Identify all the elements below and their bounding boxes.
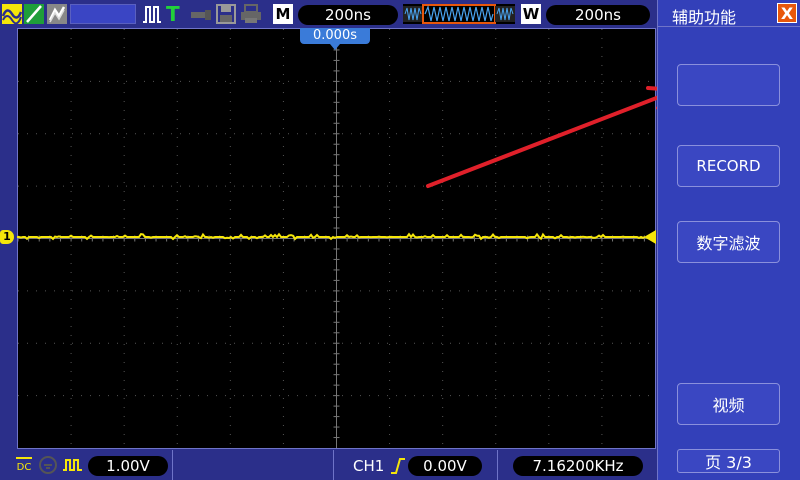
persistence-icon[interactable] (47, 4, 67, 24)
trigger-edge-icon[interactable] (390, 456, 406, 476)
menu-button-empty[interactable] (677, 64, 780, 106)
bottom-status-bar: DC 1.00V CH1 0.00V 7.16200KHz (0, 450, 657, 480)
coupling-indicator[interactable]: DC (14, 455, 34, 475)
ch1-trace-line (17, 232, 646, 241)
divider (333, 450, 334, 480)
trigger-position-marker[interactable]: 0.000s (300, 28, 370, 44)
save-icon[interactable] (216, 4, 236, 24)
page-indicator: 页 3/3 (705, 453, 752, 472)
divider (497, 450, 498, 480)
vector-mode-icon[interactable] (24, 4, 44, 24)
run-stop-icon[interactable] (142, 4, 162, 24)
ch1-trace (17, 232, 646, 241)
usb-icon[interactable] (190, 4, 212, 24)
channel1-marker[interactable]: 1 (0, 230, 14, 244)
menu-title-divider (658, 26, 800, 27)
close-icon[interactable]: X (777, 3, 797, 23)
status-panel (70, 4, 136, 24)
bandwidth-icon[interactable] (62, 455, 84, 475)
window-timebase-readout[interactable]: 200ns (546, 5, 650, 25)
side-menu: 辅助功能 X RECORD 数字滤波 视频 页 3/3 (657, 0, 800, 480)
volts-per-div-readout[interactable]: 1.00V (88, 456, 168, 476)
trigger-icon[interactable]: T (166, 4, 184, 24)
window-badge: W (521, 4, 541, 24)
trigger-level-readout[interactable]: 0.00V (408, 456, 482, 476)
annotation-arrow (426, 86, 678, 188)
print-icon[interactable] (240, 4, 262, 24)
divider (172, 450, 173, 480)
menu-button-label: RECORD (696, 157, 761, 175)
wave-preview-icon (403, 4, 515, 24)
menu-title: 辅助功能 (672, 8, 737, 27)
menu-button-label: 数字滤波 (696, 234, 761, 253)
trigger-position-pointer (330, 44, 340, 50)
menu-page-button[interactable]: 页 3/3 (677, 449, 780, 473)
coupling-label: DC (16, 462, 32, 473)
frequency-readout: 7.16200KHz (513, 456, 643, 476)
memory-depth-badge: M (273, 4, 293, 24)
menu-button-video[interactable]: 视频 (677, 383, 780, 425)
menu-button-digital-filter[interactable]: 数字滤波 (677, 221, 780, 263)
menu-button-label: 视频 (712, 396, 745, 415)
wave-mode-icon[interactable] (1, 4, 23, 25)
menu-button-record[interactable]: RECORD (677, 145, 780, 187)
trigger-source-label[interactable]: CH1 (353, 457, 384, 475)
ground-coupling-icon[interactable] (38, 455, 58, 475)
top-toolbar: T M 200ns W 200ns (0, 0, 657, 28)
timebase-readout[interactable]: 200ns (298, 5, 398, 25)
